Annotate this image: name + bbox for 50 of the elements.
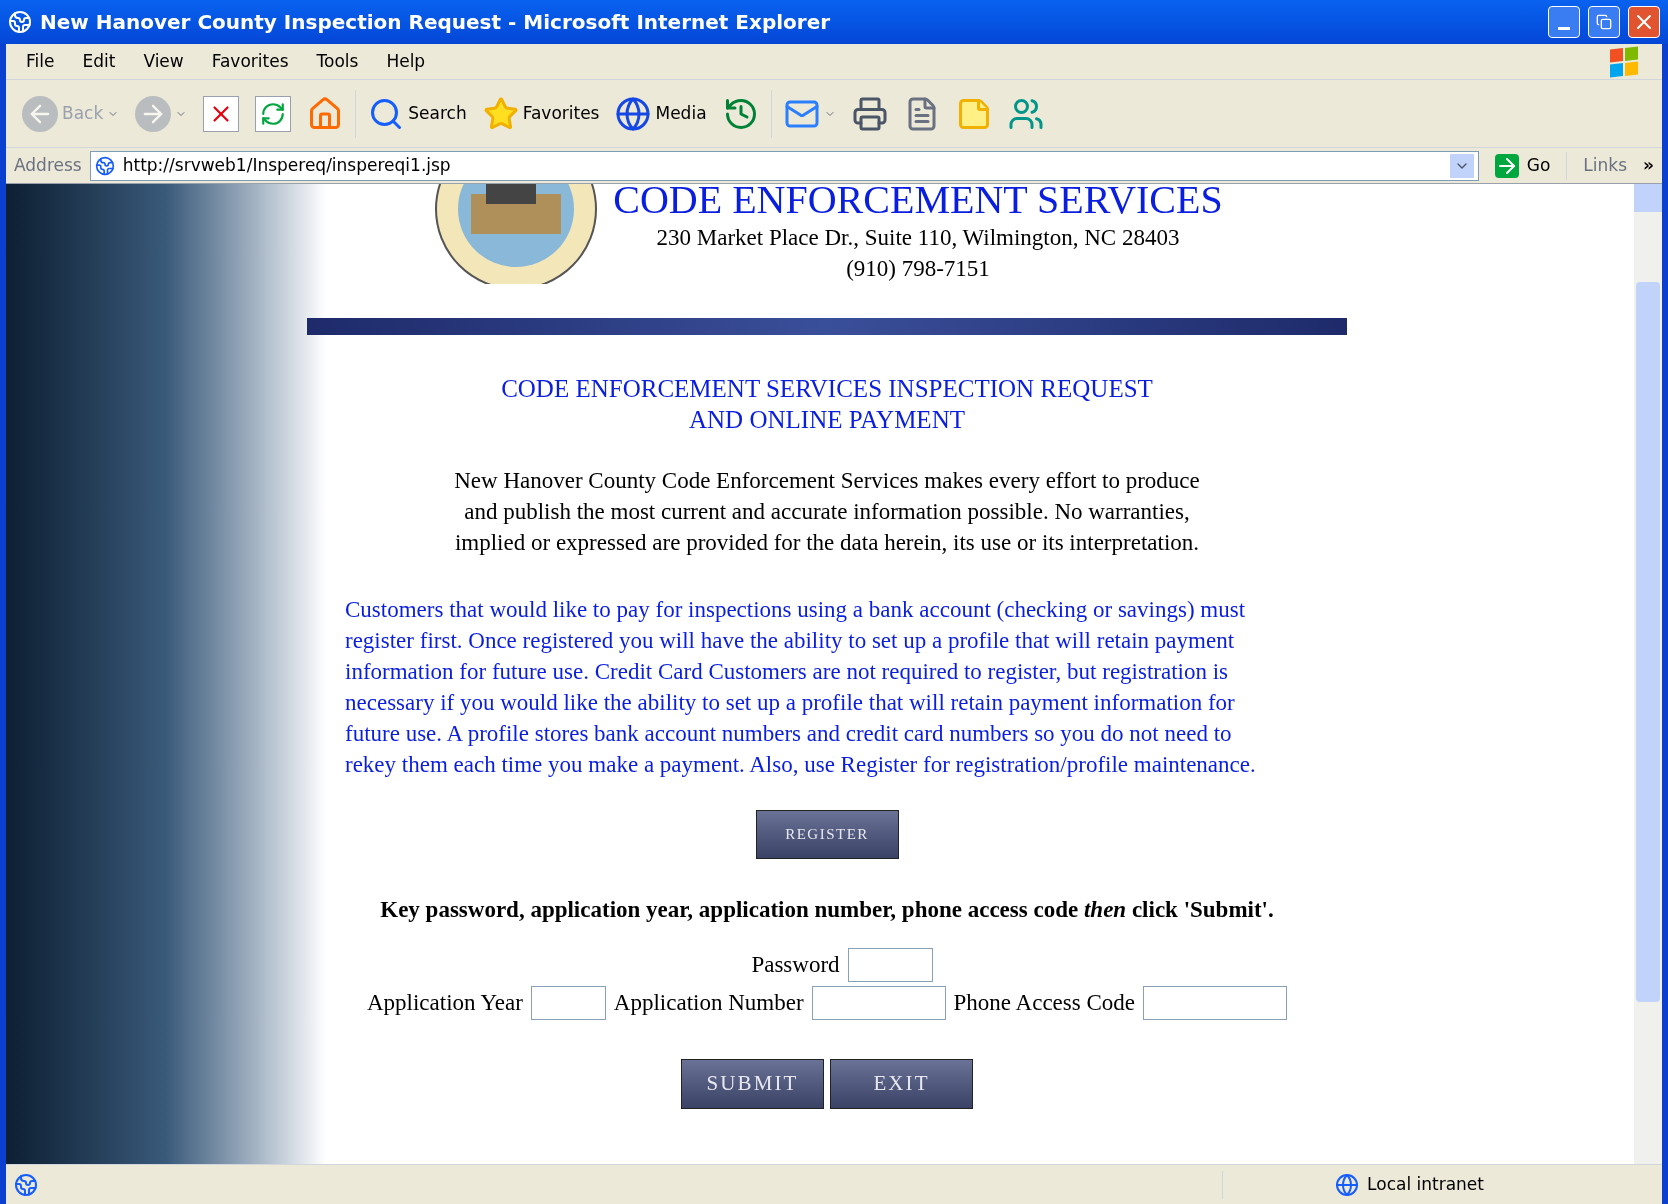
star-icon — [482, 95, 519, 132]
printer-icon — [851, 95, 888, 132]
agency-title: CODE ENFORCEMENT SERVICES — [613, 184, 1223, 222]
field-label: Application Number — [613, 989, 804, 1017]
register-button[interactable]: REGISTER — [755, 810, 899, 859]
menu-item[interactable]: Tools — [304, 48, 371, 75]
restore-icon — [1596, 14, 1612, 30]
password-field[interactable] — [847, 947, 933, 982]
page-heading: CODE ENFORCEMENT SERVICES INSPECTION REQUEST — [501, 374, 1153, 404]
go-button[interactable]: Go — [1486, 152, 1559, 179]
exit-button[interactable]: EXIT — [830, 1058, 973, 1109]
instruction-text: Key password, application year, application number, phone access code then click 'Submit'. — [380, 896, 1274, 924]
field-label: Phone Access Code — [953, 989, 1135, 1017]
restore-button[interactable] — [1588, 6, 1620, 38]
input-field[interactable] — [1143, 986, 1287, 1021]
scrollbar[interactable] — [1634, 184, 1662, 1164]
minimize-icon — [1558, 26, 1570, 30]
menu-item[interactable]: Favorites — [199, 48, 301, 75]
windows-logo-icon — [1610, 46, 1638, 77]
field-label: Password — [751, 950, 840, 979]
address-label: Address — [14, 153, 82, 177]
dropdown-icon[interactable] — [1449, 153, 1474, 178]
agency-address: 230 Market Place Dr., Suite 110, Wilmington, NC 28403 — [656, 224, 1180, 252]
disclaimer-text: New Hanover County Code Enforcement Services makes every effort to produce and publish the most current and accurate information possible. No warranties, implied or expressed are provided for the data herein, its use or its interpretation. — [453, 467, 1201, 557]
page-heading: AND ONLINE PAYMENT — [689, 405, 965, 435]
menu-item[interactable]: Help — [374, 48, 438, 75]
browser-icon — [8, 10, 32, 34]
refresh-icon — [255, 95, 292, 132]
input-field[interactable] — [530, 986, 606, 1021]
search-button[interactable]: Search — [360, 89, 475, 138]
window-title: New Hanover County Inspection Request - Microsoft Internet Explorer — [40, 9, 832, 36]
favorites-button[interactable]: Favorites — [474, 89, 608, 138]
menu-item[interactable]: File — [14, 48, 67, 75]
zone-label: Local intranet — [1367, 1172, 1484, 1196]
menu-item[interactable]: Edit — [70, 48, 128, 75]
address-field[interactable]: http://srvweb1/Inspereq/inspereqi1.jsp — [89, 150, 1479, 181]
intranet-icon — [1335, 1172, 1360, 1197]
links-button[interactable]: Links — [1575, 152, 1635, 179]
field-label: Application Year — [367, 989, 523, 1017]
media-button[interactable]: Media — [607, 89, 715, 138]
globe-icon — [615, 95, 652, 132]
submit-button[interactable]: SUBMIT — [681, 1058, 824, 1109]
minimize-button[interactable] — [1548, 6, 1580, 38]
stop-icon — [203, 95, 240, 132]
registration-notice: Customers that would like to pay for inspections using a bank account (checking or savings) must register first. Once registered you will have the ability to set up a profile that will retain payment information for future use. Credit Card Customers are not required to register, but registration is necessary if you would like the ability to set up a profile that will retain payment information for future use. A profile stores bank account numbers and credit card numbers so you do not need to rekey them each time you make a payment. Also, use Register for registration/profile maintenance. — [345, 596, 1257, 779]
menu-item[interactable]: View — [131, 48, 196, 75]
agency-phone: (910) 798-7151 — [846, 255, 990, 283]
input-field[interactable] — [811, 986, 946, 1021]
more-chevron[interactable]: » — [1643, 152, 1654, 179]
close-button[interactable] — [1628, 6, 1660, 38]
